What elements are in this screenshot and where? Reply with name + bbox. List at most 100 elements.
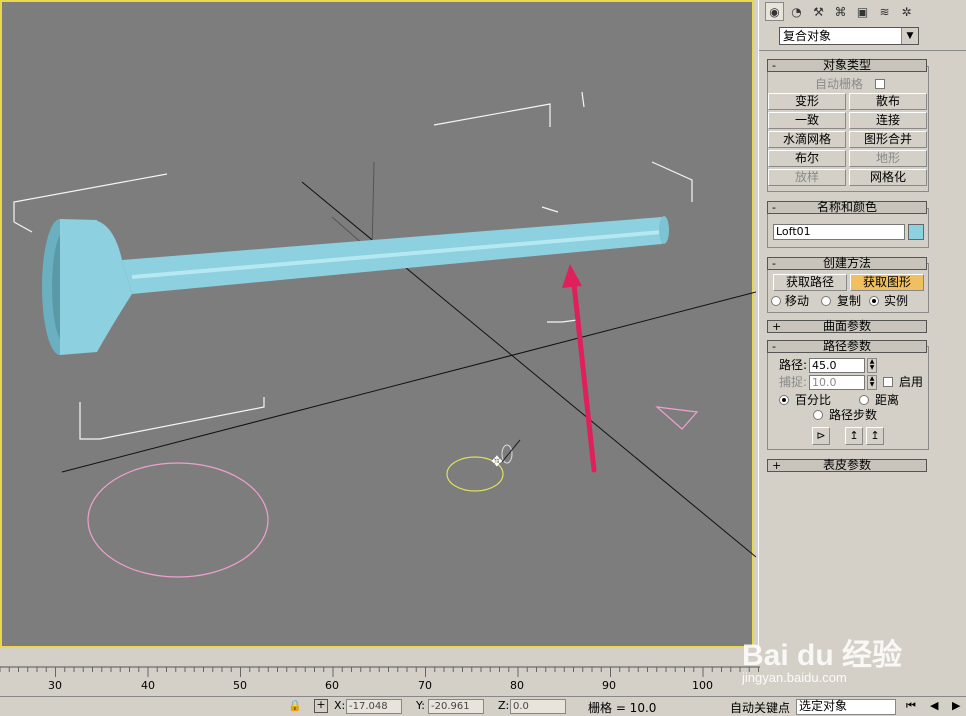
blobmesh-button[interactable]: 水滴网格	[768, 131, 846, 148]
conform-button[interactable]: 一致	[768, 112, 846, 129]
connect-button[interactable]: 连接	[849, 112, 927, 129]
pink-circle-shape	[87, 462, 269, 578]
enable-label: 启用	[899, 375, 924, 389]
object-type-title: 对象类型	[822, 58, 871, 72]
collapse-icon: -	[772, 257, 776, 270]
collapse-icon: -	[772, 201, 776, 214]
timeline-tick-label: 80	[510, 679, 524, 692]
move-radio[interactable]	[771, 296, 781, 306]
boolean-button[interactable]: 布尔	[768, 150, 846, 167]
percentage-label: 百分比	[795, 393, 832, 407]
percentage-radio[interactable]	[779, 395, 789, 405]
get-path-button[interactable]: 获取路径	[773, 274, 847, 291]
timeline-ruler[interactable]: 30 40 50 60 70 80 90 100	[0, 651, 760, 696]
y-coord-field[interactable]: -20.961	[428, 699, 484, 714]
mesher-button[interactable]: 网格化	[849, 169, 927, 186]
previous-frame-icon[interactable]: ◀	[930, 699, 938, 712]
copy-radio[interactable]	[821, 296, 831, 306]
path-spinner[interactable]: ▲ ▼	[867, 358, 877, 373]
grid-line-x	[61, 291, 756, 473]
utilities-tab-icon[interactable]: ≋	[875, 2, 894, 21]
auto-key-button[interactable]: 自动关键点	[730, 699, 790, 716]
distance-radio[interactable]	[859, 395, 869, 405]
autogrid-label: 自动栅格	[815, 77, 864, 91]
object-color-swatch[interactable]	[908, 224, 924, 240]
object-name-field[interactable]: Loft01	[773, 224, 905, 240]
enable-snap-checkbox[interactable]	[883, 377, 893, 387]
loft-button[interactable]: 放样	[768, 169, 846, 186]
surface-params-header[interactable]: + 曲面参数	[767, 320, 927, 333]
morph-button[interactable]: 变形	[768, 93, 846, 110]
timeline-tick-label: 60	[325, 679, 339, 692]
panel-tabs: ◉ ◔ ⚒ ⌘ ▣ ≋ ✲	[765, 2, 916, 22]
create-tab-icon[interactable]: ◉	[765, 2, 784, 21]
shapemerge-button[interactable]: 图形合并	[849, 131, 927, 148]
absolute-mode-icon[interactable]: +	[314, 699, 328, 713]
expand-icon: +	[772, 320, 782, 333]
timeline-tick-label: 40	[141, 679, 155, 692]
go-to-start-icon[interactable]: ⏮	[906, 699, 916, 713]
move-label: 移动	[785, 294, 810, 308]
collapse-icon: -	[772, 59, 776, 72]
play-icon[interactable]: ▶	[952, 699, 960, 712]
perspective-viewport[interactable]: ✥	[0, 0, 756, 648]
skin-params-title: 表皮参数	[822, 458, 871, 472]
hierarchy-tab-icon[interactable]: ⚒	[809, 2, 828, 21]
x-coord-field[interactable]: -17.048	[346, 699, 402, 714]
skin-params-header[interactable]: + 表皮参数	[767, 459, 927, 472]
surface-params-title: 曲面参数	[822, 319, 871, 333]
timeline-tick-label: 50	[233, 679, 247, 692]
object-type-header[interactable]: - 对象类型	[767, 59, 927, 72]
collapse-icon: -	[772, 340, 776, 353]
path-field[interactable]: 45.0	[809, 358, 865, 373]
path-steps-radio[interactable]	[813, 410, 823, 420]
category-dropdown[interactable]: 复合对象 ▼	[779, 27, 919, 45]
grid-size-text: 栅格 = 10.0	[588, 701, 657, 715]
path-params-title: 路径参数	[822, 339, 871, 353]
instance-radio[interactable]	[869, 296, 879, 306]
path-steps-label: 路径步数	[829, 408, 878, 422]
scatter-button[interactable]: 散布	[849, 93, 927, 110]
terrain-button[interactable]: 地形	[849, 150, 927, 167]
get-shape-button[interactable]: 获取图形	[850, 274, 924, 291]
status-bar: 🔒 + X: -17.048 Y: -20.961 Z: 0.0 栅格 = 10…	[0, 696, 966, 716]
chevron-down-icon: ▼	[901, 28, 918, 44]
expand-icon: +	[772, 459, 782, 472]
timeline-tick-label: 70	[418, 679, 432, 692]
pick-shape-icon[interactable]: ⊳	[812, 427, 830, 445]
watermark-url: jingyan.baidu.com	[742, 670, 847, 685]
modify-tab-icon[interactable]: ◔	[787, 2, 806, 21]
motion-tab-icon[interactable]: ⌘	[831, 2, 850, 21]
path-label: 路径:	[779, 358, 808, 372]
snap-label: 捕捉:	[779, 375, 808, 389]
category-dropdown-value: 复合对象	[783, 29, 832, 43]
snap-spinner[interactable]: ▲ ▼	[867, 375, 877, 390]
instance-label: 实例	[884, 294, 909, 308]
autogrid-checkbox[interactable]	[875, 79, 885, 89]
key-filter-dropdown[interactable]: 选定对象	[796, 699, 896, 715]
timeline-tick-label: 100	[692, 679, 713, 692]
distance-label: 距离	[875, 393, 900, 407]
path-params-header[interactable]: - 路径参数	[767, 340, 927, 353]
y-label: Y:	[416, 699, 425, 712]
cursor-icon: ✥	[491, 454, 503, 470]
snap-field[interactable]: 10.0	[809, 375, 865, 390]
annotation-arrow	[562, 264, 597, 473]
panel-divider	[759, 50, 966, 51]
x-label: X:	[334, 699, 346, 712]
next-shape-icon[interactable]: ↥	[866, 427, 884, 445]
timeline-tick-label: 90	[602, 679, 616, 692]
previous-shape-icon[interactable]: ↥	[845, 427, 863, 445]
extra-tab-icon[interactable]: ✲	[897, 2, 916, 21]
creation-method-header[interactable]: - 创建方法	[767, 257, 927, 270]
timeline-ticks-svg	[0, 666, 760, 677]
copy-label: 复制	[837, 294, 862, 308]
pink-triangle-shape	[655, 406, 699, 430]
z-coord-field[interactable]: 0.0	[510, 699, 566, 714]
name-color-header[interactable]: - 名称和颜色	[767, 201, 927, 214]
z-label: Z:	[498, 699, 510, 712]
name-color-title: 名称和颜色	[816, 200, 877, 214]
display-tab-icon[interactable]: ▣	[853, 2, 872, 21]
watermark-brand: Bai du 经验	[742, 639, 903, 672]
lock-icon[interactable]: 🔒	[288, 699, 302, 712]
